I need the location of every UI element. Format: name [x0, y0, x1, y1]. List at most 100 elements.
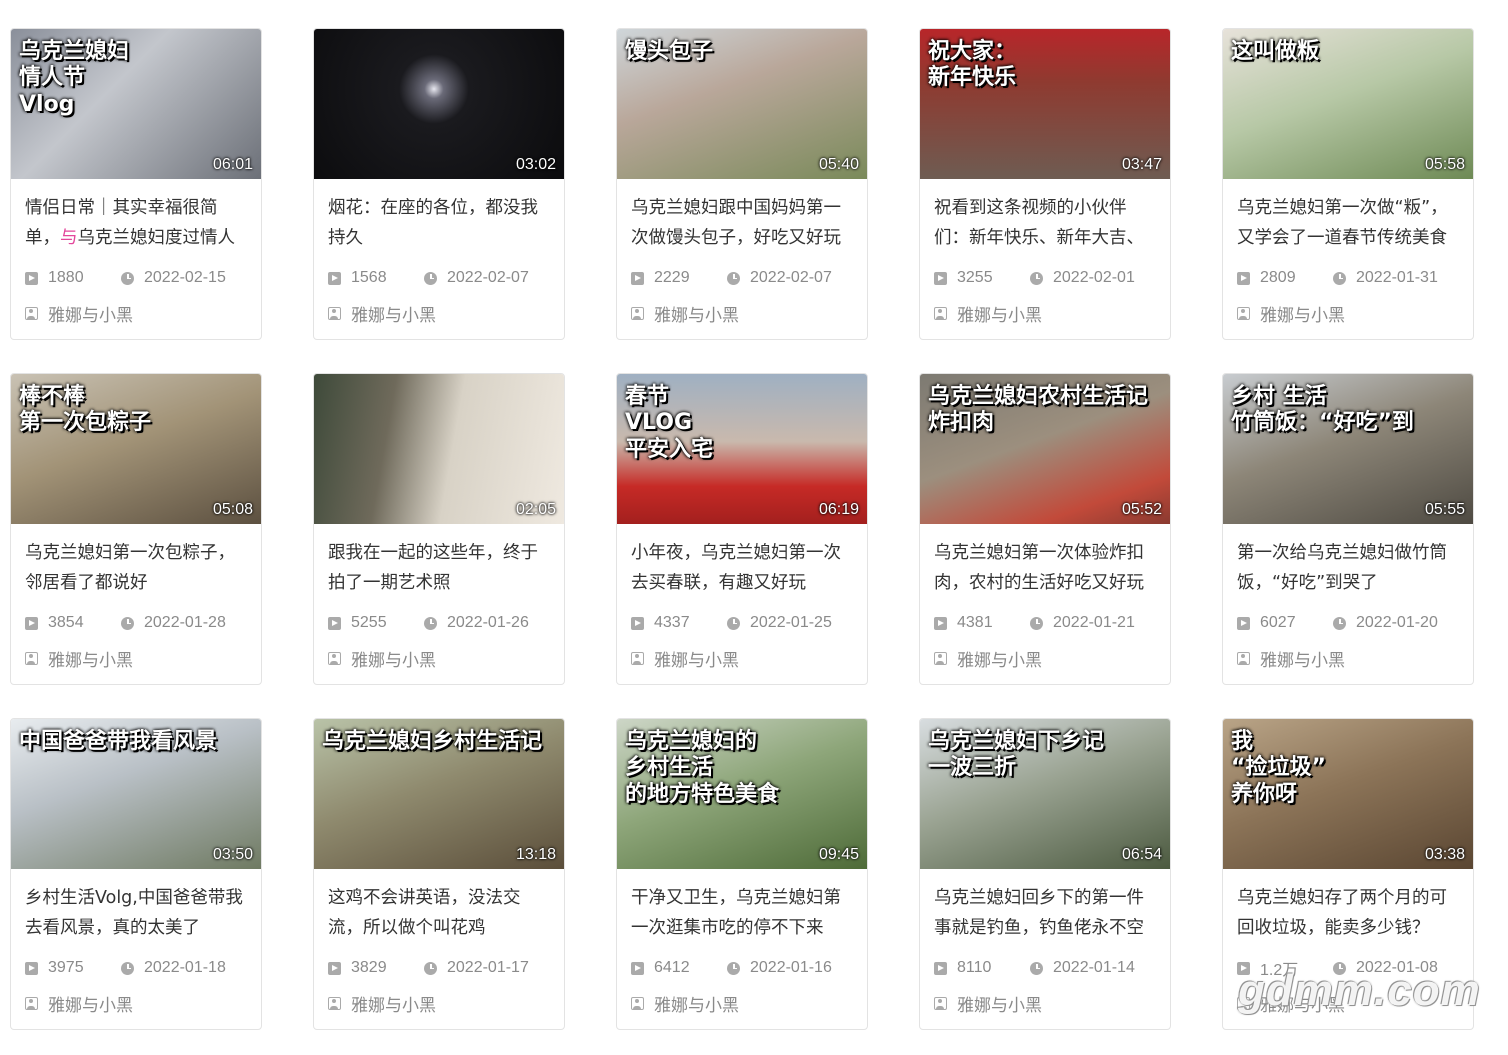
video-title[interactable]: 跟我在一起的这些年，终于拍了一期艺术照	[328, 538, 550, 598]
video-card[interactable]: 乌克兰媳妇 情人节 Vlog 06:01 情侣日常｜其实幸福很简单，与乌克兰媳妇…	[10, 28, 262, 340]
video-card[interactable]: 中国爸爸带我看风景 03:50 乡村生活Volg,中国爸爸带我去看风景，真的太美…	[10, 718, 262, 1030]
author-name[interactable]: 雅娜与小黑	[654, 301, 739, 326]
video-author[interactable]: 雅娜与小黑	[25, 646, 247, 671]
video-title[interactable]: 祝看到这条视频的小伙伴们：新年快乐、新年大吉、	[934, 193, 1156, 253]
video-title[interactable]: 乌克兰媳妇第一次体验炸扣肉，农村的生活好吃又好玩	[934, 538, 1156, 598]
clock-icon	[1030, 616, 1043, 630]
video-author[interactable]: 雅娜与小黑	[934, 646, 1156, 671]
video-title[interactable]: 乌克兰媳妇回乡下的第一件事就是钓鱼，钓鱼佬永不空	[934, 883, 1156, 943]
video-card[interactable]: 这叫做粄 05:58 乌克兰媳妇第一次做“粄”，又学会了一道春节传统美食 280…	[1222, 28, 1474, 340]
author-name[interactable]: 雅娜与小黑	[957, 991, 1042, 1016]
author-name[interactable]: 雅娜与小黑	[351, 646, 436, 671]
video-author[interactable]: 雅娜与小黑	[328, 646, 550, 671]
video-title[interactable]: 情侣日常｜其实幸福很简单，与乌克兰媳妇度过情人	[25, 193, 247, 253]
publish-date: 2022-01-28	[121, 614, 226, 632]
clock-icon	[121, 271, 134, 285]
video-author[interactable]: 雅娜与小黑	[25, 301, 247, 326]
video-author[interactable]: 雅娜与小黑	[25, 991, 247, 1016]
video-author[interactable]: 雅娜与小黑	[631, 646, 853, 671]
video-duration: 05:55	[1424, 501, 1465, 518]
video-thumbnail[interactable]: 棒不棒 第一次包粽子 05:08	[11, 374, 261, 524]
clock-icon	[727, 961, 740, 975]
video-title[interactable]: 乌克兰媳妇第一次做“粄”，又学会了一道春节传统美食	[1237, 193, 1459, 253]
view-count-value: 1.2万	[1260, 962, 1299, 979]
video-thumbnail[interactable]: 02:05	[314, 374, 564, 524]
author-name[interactable]: 雅娜与小黑	[654, 991, 739, 1016]
video-title[interactable]: 干净又卫生，乌克兰媳妇第一次逛集市吃的停不下来	[631, 883, 853, 943]
video-thumbnail[interactable]: 中国爸爸带我看风景 03:50	[11, 719, 261, 869]
video-meta: 6027 2022-01-20	[1237, 612, 1459, 634]
video-title[interactable]: 乌克兰媳妇第一次包粽子，邻居看了都说好	[25, 538, 247, 598]
video-card[interactable]: 乌克兰媳妇农村生活记 炸扣肉 05:52 乌克兰媳妇第一次体验炸扣肉，农村的生活…	[919, 373, 1171, 685]
video-title[interactable]: 第一次给乌克兰媳妇做竹筒饭，“好吃”到哭了	[1237, 538, 1459, 598]
video-thumbnail[interactable]: 乌克兰媳妇下乡记 一波三折 06:54	[920, 719, 1170, 869]
author-name[interactable]: 雅娜与小黑	[48, 991, 133, 1016]
video-meta: 3829 2022-01-17	[328, 957, 550, 979]
user-icon	[328, 306, 341, 320]
video-author[interactable]: 雅娜与小黑	[328, 991, 550, 1016]
video-title[interactable]: 乌克兰媳妇跟中国妈妈第一次做馒头包子，好吃又好玩	[631, 193, 853, 253]
author-name[interactable]: 雅娜与小黑	[654, 646, 739, 671]
author-name[interactable]: 雅娜与小黑	[351, 991, 436, 1016]
video-title[interactable]: 乌克兰媳妇存了两个月的可回收垃圾，能卖多少钱？	[1237, 883, 1459, 943]
video-meta: 6412 2022-01-16	[631, 957, 853, 979]
video-author[interactable]: 雅娜与小黑	[1237, 646, 1459, 671]
video-title[interactable]: 小年夜，乌克兰媳妇第一次去买春联，有趣又好玩	[631, 538, 853, 598]
video-card[interactable]: 春节 VLOG 平安入宅 06:19 小年夜，乌克兰媳妇第一次去买春联，有趣又好…	[616, 373, 868, 685]
author-name[interactable]: 雅娜与小黑	[48, 646, 133, 671]
video-thumbnail[interactable]: 乌克兰媳妇 情人节 Vlog 06:01	[11, 29, 261, 179]
publish-date: 2022-01-26	[424, 614, 529, 632]
author-name[interactable]: 雅娜与小黑	[48, 301, 133, 326]
view-count: 2229	[631, 269, 727, 287]
clock-icon	[424, 271, 437, 285]
video-thumbnail[interactable]: 春节 VLOG 平安入宅 06:19	[617, 374, 867, 524]
video-duration: 03:50	[212, 846, 253, 863]
video-card[interactable]: 祝大家： 新年快乐 03:47 祝看到这条视频的小伙伴们：新年快乐、新年大吉、 …	[919, 28, 1171, 340]
author-name[interactable]: 雅娜与小黑	[351, 301, 436, 326]
view-count: 4337	[631, 614, 727, 632]
video-duration: 05:40	[818, 156, 859, 173]
video-author[interactable]: 雅娜与小黑	[1237, 991, 1459, 1016]
video-title[interactable]: 烟花：在座的各位，都没我持久	[328, 193, 550, 253]
author-name[interactable]: 雅娜与小黑	[957, 301, 1042, 326]
video-author[interactable]: 雅娜与小黑	[631, 991, 853, 1016]
thumbnail-caption: 棒不棒 第一次包粽子	[19, 384, 152, 436]
video-title[interactable]: 这鸡不会讲英语，没法交流，所以做个叫花鸡	[328, 883, 550, 943]
video-card[interactable]: 我 “捡垃圾” 养你呀 03:38 乌克兰媳妇存了两个月的可回收垃圾，能卖多少钱…	[1222, 718, 1474, 1030]
video-card[interactable]: 乌克兰媳妇乡村生活记 13:18 这鸡不会讲英语，没法交流，所以做个叫花鸡 38…	[313, 718, 565, 1030]
video-thumbnail[interactable]: 03:02	[314, 29, 564, 179]
video-thumbnail[interactable]: 馒头包子 05:40	[617, 29, 867, 179]
video-thumbnail[interactable]: 祝大家： 新年快乐 03:47	[920, 29, 1170, 179]
clock-icon	[121, 616, 134, 630]
video-author[interactable]: 雅娜与小黑	[328, 301, 550, 326]
video-thumbnail[interactable]: 乌克兰媳妇的 乡村生活 的地方特色美食 09:45	[617, 719, 867, 869]
video-thumbnail[interactable]: 这叫做粄 05:58	[1223, 29, 1473, 179]
video-title[interactable]: 乡村生活Volg,中国爸爸带我去看风景，真的太美了	[25, 883, 247, 943]
video-thumbnail[interactable]: 乡村 生活 竹筒饭：“好吃”到 05:55	[1223, 374, 1473, 524]
video-card[interactable]: 馒头包子 05:40 乌克兰媳妇跟中国妈妈第一次做馒头包子，好吃又好玩 2229…	[616, 28, 868, 340]
author-name[interactable]: 雅娜与小黑	[957, 646, 1042, 671]
view-count-value: 4337	[654, 614, 690, 631]
video-duration: 02:05	[515, 501, 556, 518]
video-card[interactable]: 乡村 生活 竹筒饭：“好吃”到 05:55 第一次给乌克兰媳妇做竹筒饭，“好吃”…	[1222, 373, 1474, 685]
publish-date: 2022-02-07	[424, 269, 529, 287]
video-card[interactable]: 乌克兰媳妇下乡记 一波三折 06:54 乌克兰媳妇回乡下的第一件事就是钓鱼，钓鱼…	[919, 718, 1171, 1030]
video-author[interactable]: 雅娜与小黑	[934, 991, 1156, 1016]
video-author[interactable]: 雅娜与小黑	[631, 301, 853, 326]
video-author[interactable]: 雅娜与小黑	[934, 301, 1156, 326]
view-count: 1.2万	[1237, 956, 1333, 980]
video-thumbnail[interactable]: 我 “捡垃圾” 养你呀 03:38	[1223, 719, 1473, 869]
video-thumbnail[interactable]: 乌克兰媳妇农村生活记 炸扣肉 05:52	[920, 374, 1170, 524]
play-count-icon	[631, 961, 644, 975]
video-author[interactable]: 雅娜与小黑	[1237, 301, 1459, 326]
author-name[interactable]: 雅娜与小黑	[1260, 646, 1345, 671]
video-card[interactable]: 乌克兰媳妇的 乡村生活 的地方特色美食 09:45 干净又卫生，乌克兰媳妇第一次…	[616, 718, 868, 1030]
video-card[interactable]: 03:02 烟花：在座的各位，都没我持久 1568 2022-02-07 雅娜与…	[313, 28, 565, 340]
video-card[interactable]: 棒不棒 第一次包粽子 05:08 乌克兰媳妇第一次包粽子，邻居看了都说好 385…	[10, 373, 262, 685]
video-card[interactable]: 02:05 跟我在一起的这些年，终于拍了一期艺术照 5255 2022-01-2…	[313, 373, 565, 685]
view-count-value: 3975	[48, 959, 84, 976]
video-duration: 06:54	[1121, 846, 1162, 863]
author-name[interactable]: 雅娜与小黑	[1260, 991, 1345, 1016]
author-name[interactable]: 雅娜与小黑	[1260, 301, 1345, 326]
video-thumbnail[interactable]: 乌克兰媳妇乡村生活记 13:18	[314, 719, 564, 869]
